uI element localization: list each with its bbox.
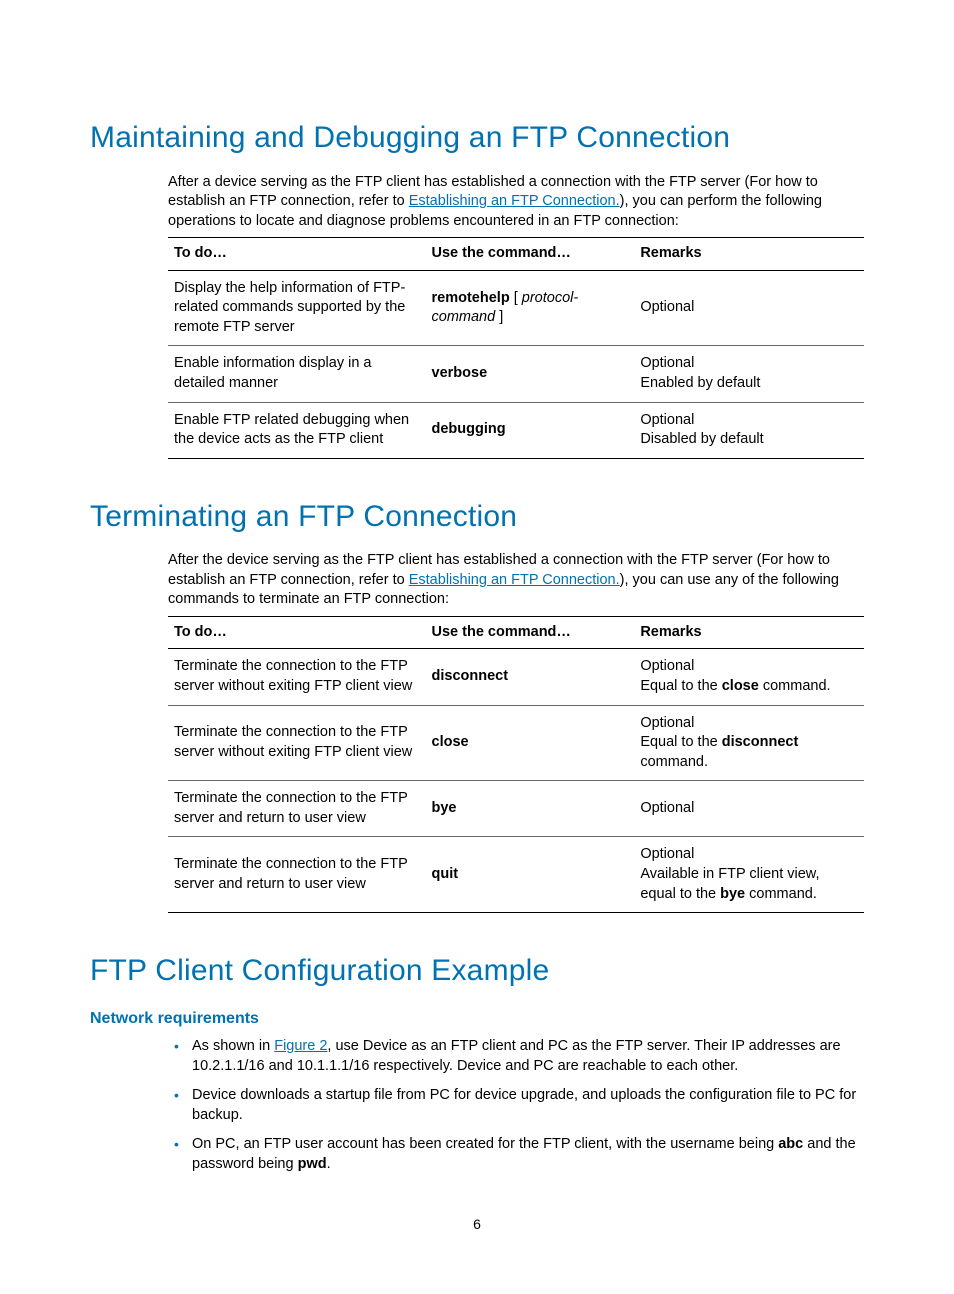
cell-rem: Optional Enabled by default <box>634 346 864 402</box>
cmd-bracket: [ <box>510 290 522 306</box>
table-row: Display the help information of FTP-rela… <box>168 270 864 346</box>
cell-rem: Optional <box>634 270 864 346</box>
rem-line: Enabled by default <box>640 374 856 394</box>
bullet-text: As shown in <box>192 1038 274 1054</box>
th-rem: Remarks <box>634 238 864 271</box>
cell-rem: Optional Disabled by default <box>634 402 864 458</box>
cell-rem: Optional Equal to the close command. <box>634 649 864 705</box>
th-rem: Remarks <box>634 616 864 649</box>
rem-text: Equal to the <box>640 678 721 694</box>
cmd-bold: disconnect <box>432 668 509 684</box>
rem-line: Optional <box>640 657 856 677</box>
bullet-text: On PC, an FTP user account has been crea… <box>192 1136 778 1152</box>
cmd-bold: close <box>432 734 469 750</box>
rem-line: Optional <box>640 845 856 865</box>
rem-line: Optional <box>640 298 856 318</box>
cmd-bold: remotehelp <box>432 290 510 306</box>
rem-text: command. <box>640 754 708 770</box>
bullet-list: As shown in Figure 2, use Device as an F… <box>168 1037 864 1174</box>
cmd-bold: quit <box>432 866 459 882</box>
bullet-text: . <box>327 1156 331 1172</box>
rem-text: Equal to the <box>640 734 721 750</box>
link-figure-2[interactable]: Figure 2 <box>274 1038 327 1054</box>
rem-line: Equal to the disconnect command. <box>640 733 856 772</box>
rem-text: command. <box>759 678 831 694</box>
cmd-bold: debugging <box>432 421 506 437</box>
cmd-bold: bye <box>432 800 457 816</box>
cell-todo: Terminate the connection to the FTP serv… <box>168 837 426 913</box>
rem-line: Equal to the close command. <box>640 677 856 697</box>
page-number: 6 <box>90 1215 864 1234</box>
rem-bold: disconnect <box>722 734 799 750</box>
cell-rem: Optional Available in FTP client view, e… <box>634 837 864 913</box>
section2-intro: After the device serving as the FTP clie… <box>168 551 864 610</box>
rem-bold: close <box>722 678 759 694</box>
table-row: Terminate the connection to the FTP serv… <box>168 781 864 837</box>
th-cmd: Use the command… <box>426 238 635 271</box>
section1-body: After a device serving as the FTP client… <box>168 173 864 459</box>
rem-line: Optional <box>640 714 856 734</box>
cell-cmd: debugging <box>426 402 635 458</box>
rem-line: Available in FTP client view, equal to t… <box>640 865 856 904</box>
section-heading-maintaining: Maintaining and Debugging an FTP Connect… <box>90 118 864 159</box>
rem-bold: bye <box>720 886 745 902</box>
cell-cmd: close <box>426 705 635 781</box>
cell-todo: Display the help information of FTP-rela… <box>168 270 426 346</box>
link-establishing-ftp[interactable]: Establishing an FTP Connection. <box>409 572 620 588</box>
th-todo: To do… <box>168 238 426 271</box>
cell-todo: Enable FTP related debugging when the de… <box>168 402 426 458</box>
section2-body: After the device serving as the FTP clie… <box>168 551 864 913</box>
cell-cmd: remotehelp [ protocol-command ] <box>426 270 635 346</box>
table-maintaining: To do… Use the command… Remarks Display … <box>168 237 864 459</box>
section-heading-terminating: Terminating an FTP Connection <box>90 497 864 538</box>
cell-todo: Terminate the connection to the FTP serv… <box>168 781 426 837</box>
section3-body: As shown in Figure 2, use Device as an F… <box>168 1037 864 1174</box>
table-row: Terminate the connection to the FTP serv… <box>168 837 864 913</box>
cell-rem: Optional Equal to the disconnect command… <box>634 705 864 781</box>
section-heading-example: FTP Client Configuration Example <box>90 951 864 992</box>
cell-cmd: quit <box>426 837 635 913</box>
list-item: On PC, an FTP user account has been crea… <box>168 1135 864 1174</box>
cell-cmd: bye <box>426 781 635 837</box>
list-item: As shown in Figure 2, use Device as an F… <box>168 1037 864 1076</box>
list-item: Device downloads a startup file from PC … <box>168 1086 864 1125</box>
th-todo: To do… <box>168 616 426 649</box>
bullet-bold: pwd <box>298 1156 327 1172</box>
rem-text: command. <box>745 886 817 902</box>
table-row: Terminate the connection to the FTP serv… <box>168 705 864 781</box>
section1-intro: After a device serving as the FTP client… <box>168 173 864 232</box>
rem-line: Optional <box>640 411 856 431</box>
subheading-network-req: Network requirements <box>90 1008 864 1030</box>
table-row: Terminate the connection to the FTP serv… <box>168 649 864 705</box>
rem-line: Optional <box>640 354 856 374</box>
th-cmd: Use the command… <box>426 616 635 649</box>
table-row: Enable information display in a detailed… <box>168 346 864 402</box>
cell-rem: Optional <box>634 781 864 837</box>
cell-todo: Enable information display in a detailed… <box>168 346 426 402</box>
rem-line: Optional <box>640 799 856 819</box>
cell-todo: Terminate the connection to the FTP serv… <box>168 649 426 705</box>
table-header-row: To do… Use the command… Remarks <box>168 616 864 649</box>
cmd-bracket: ] <box>495 309 503 325</box>
link-establishing-ftp[interactable]: Establishing an FTP Connection. <box>409 193 620 209</box>
cmd-bold: verbose <box>432 365 488 381</box>
table-row: Enable FTP related debugging when the de… <box>168 402 864 458</box>
cell-todo: Terminate the connection to the FTP serv… <box>168 705 426 781</box>
table-terminating: To do… Use the command… Remarks Terminat… <box>168 616 864 913</box>
table-header-row: To do… Use the command… Remarks <box>168 238 864 271</box>
cell-cmd: verbose <box>426 346 635 402</box>
cell-cmd: disconnect <box>426 649 635 705</box>
bullet-bold: abc <box>778 1136 803 1152</box>
rem-line: Disabled by default <box>640 430 856 450</box>
